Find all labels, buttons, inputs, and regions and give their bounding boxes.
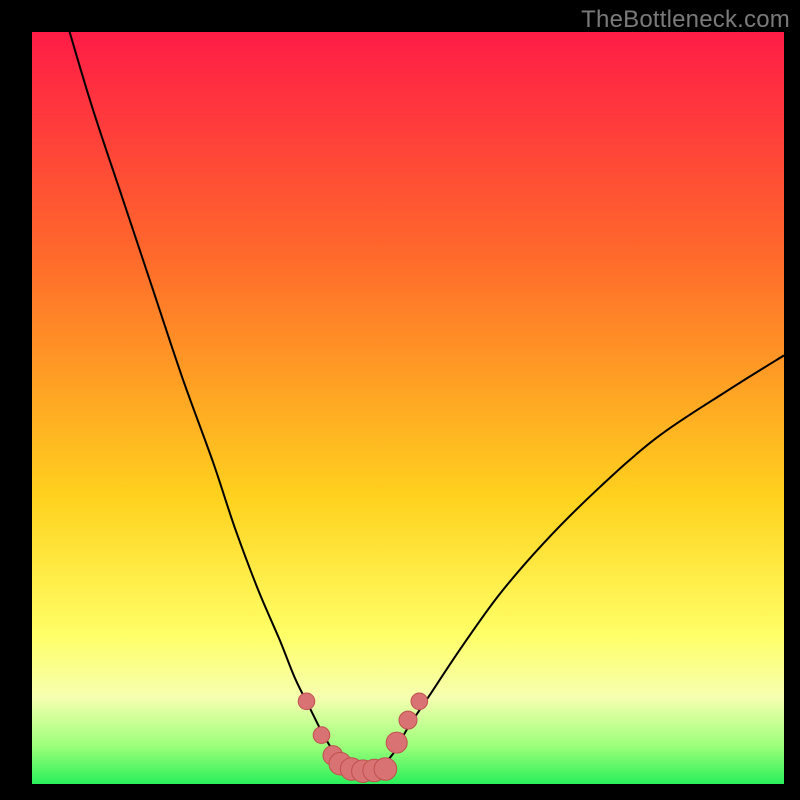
marker-dot bbox=[399, 711, 417, 729]
bottleneck-chart bbox=[32, 32, 784, 784]
marker-dot bbox=[374, 758, 397, 781]
chart-container bbox=[32, 32, 784, 784]
app-frame: TheBottleneck.com bbox=[0, 0, 800, 800]
marker-dot bbox=[411, 693, 428, 710]
marker-dot bbox=[386, 732, 407, 753]
marker-dot bbox=[313, 727, 330, 744]
marker-dot bbox=[298, 693, 315, 710]
watermark-text: TheBottleneck.com bbox=[581, 6, 790, 34]
gradient-background bbox=[32, 32, 784, 784]
